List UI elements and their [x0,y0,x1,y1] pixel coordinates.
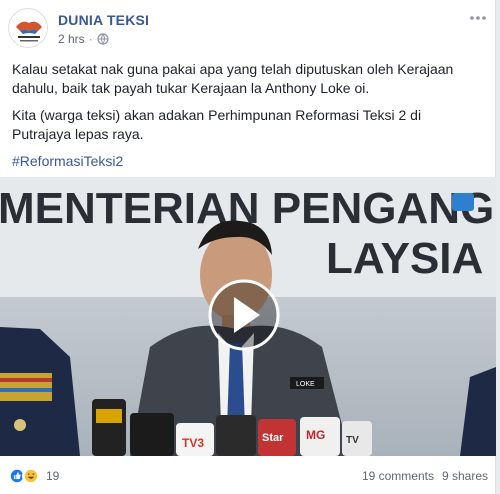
shares-count-link[interactable]: 9 shares [442,469,488,483]
video-thumbnail: MENTERIAN PENGANG LAYSIA LOKE TV3 Star M… [0,177,496,456]
mic-logo: MG [306,428,325,442]
comments-count-link[interactable]: 19 comments [362,469,434,483]
haha-reaction-icon [22,467,40,485]
more-options-icon[interactable] [468,10,488,26]
mic-logo: Star [262,432,284,444]
engagement-stats: 19 comments 9 shares [362,469,488,483]
mic-logo: TV3 [182,436,204,450]
mic-logo: TV [346,435,359,446]
dunia-teksi-logo-icon [10,10,47,47]
post-footer: 19 19 comments 9 shares [8,464,488,488]
post-meta: 2 hrs · [58,32,109,46]
video-player[interactable]: MENTERIAN PENGANG LAYSIA LOKE TV3 Star M… [0,177,496,456]
reactions-summary[interactable]: 19 [8,467,59,485]
post-header: DUNIA TEKSI 2 hrs · [8,8,488,48]
page-name-link[interactable]: DUNIA TEKSI [58,12,149,28]
post-text: Kalau setakat nak guna pakai apa yang te… [12,60,482,179]
post-paragraph: Kalau setakat nak guna pakai apa yang te… [12,61,454,96]
play-button[interactable] [208,279,280,351]
globe-icon [97,33,109,45]
meta-separator: · [88,32,93,46]
hashtag-link[interactable]: #ReformasiTeksi2 [12,152,482,171]
banner-text-2: LAYSIA [326,234,483,283]
channel-logo-icon [452,193,474,211]
page-avatar[interactable] [8,8,48,48]
medal-ribbons [0,373,52,401]
reaction-count[interactable]: 19 [46,469,59,483]
post-time[interactable]: 2 hrs [58,32,85,46]
post-paragraph: Kita (warga teksi) akan adakan Perhimpun… [12,107,422,142]
post-card: DUNIA TEKSI 2 hrs · Kalau setakat nak gu… [0,0,496,494]
name-plate: LOKE [296,381,315,388]
